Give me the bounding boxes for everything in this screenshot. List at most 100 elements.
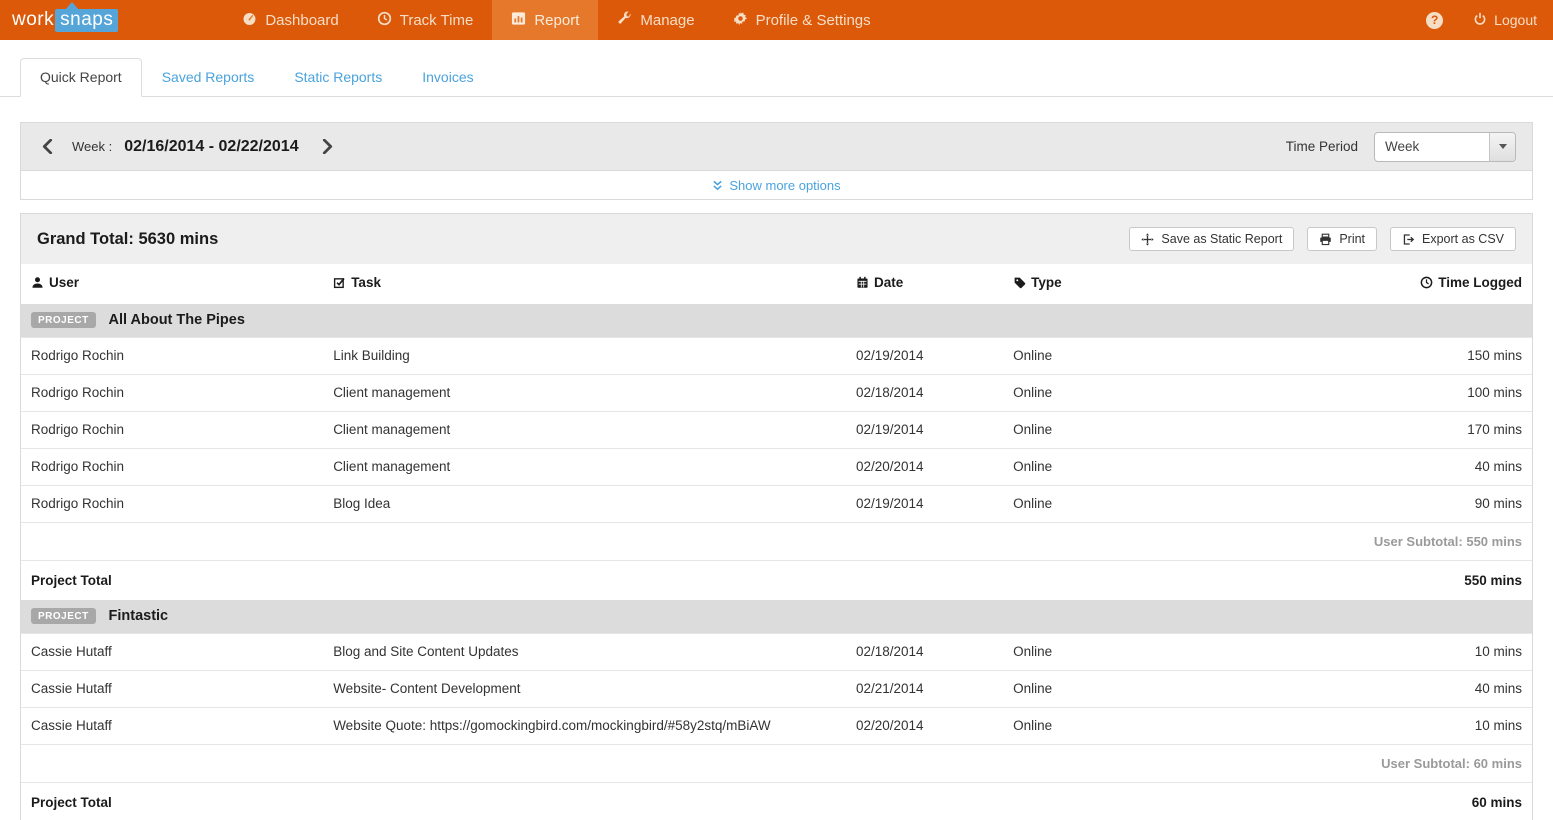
nav-menu: Dashboard Track Time Report Manage Profi… (223, 0, 889, 40)
project-total-label: Project Total (21, 783, 323, 820)
table-header-row: User Task Date Type Time Logged (21, 264, 1532, 304)
user-icon (31, 276, 44, 292)
logout-button[interactable]: Logout (1473, 12, 1537, 29)
project-total-value: 60 mins (1320, 783, 1532, 820)
column-date: Date (846, 264, 1003, 304)
cell-type: Online (1003, 449, 1320, 486)
printer-icon (1319, 233, 1332, 246)
help-icon[interactable]: ? (1426, 12, 1443, 29)
project-total-label: Project Total (21, 561, 323, 601)
cell-type: Online (1003, 486, 1320, 523)
time-period-select[interactable]: Week (1374, 132, 1516, 162)
cell-user: Rodrigo Rochin (21, 338, 323, 375)
nav-item-label: Report (534, 12, 579, 29)
tab-invoices[interactable]: Invoices (402, 58, 493, 97)
cell-task: Client management (323, 449, 846, 486)
time-entry-row: Cassie Hutaff Website- Content Developme… (21, 671, 1532, 708)
save-as-static-report-button[interactable]: Save as Static Report (1129, 227, 1294, 251)
double-chevron-down-icon (712, 180, 723, 191)
cell-time: 40 mins (1320, 671, 1532, 708)
cell-date: 02/18/2014 (846, 375, 1003, 412)
worksnaps-logo[interactable]: work snaps (0, 9, 128, 31)
column-type: Type (1003, 264, 1320, 304)
time-entry-row: Rodrigo Rochin Blog Idea 02/19/2014 Onli… (21, 486, 1532, 523)
nav-item-dashboard[interactable]: Dashboard (223, 0, 357, 40)
column-user: User (21, 264, 323, 304)
export-icon (1402, 233, 1415, 246)
calendar-icon (856, 276, 869, 292)
cell-user: Rodrigo Rochin (21, 449, 323, 486)
project-badge: PROJECT (31, 608, 96, 624)
clock-icon (1420, 276, 1433, 292)
user-subtotal-row: User Subtotal: 550 mins (21, 523, 1532, 561)
nav-item-report[interactable]: Report (492, 0, 598, 40)
logo-text-work: work (12, 9, 54, 31)
dashboard-icon (242, 11, 257, 30)
cell-time: 150 mins (1320, 338, 1532, 375)
project-name: All About The Pipes (109, 312, 245, 328)
cell-date: 02/19/2014 (846, 338, 1003, 375)
next-week-button[interactable] (317, 137, 338, 156)
column-task: Task (323, 264, 846, 304)
tab-saved-reports[interactable]: Saved Reports (142, 58, 275, 97)
period-panel: Week : 02/16/2014 - 02/22/2014 Time Peri… (20, 122, 1533, 200)
cell-user: Cassie Hutaff (21, 671, 323, 708)
column-time-logged: Time Logged (1320, 264, 1532, 304)
cell-task: Link Building (323, 338, 846, 375)
nav-right: ? Logout (1426, 12, 1553, 29)
cell-type: Online (1003, 708, 1320, 745)
project-total-row: Project Total 550 mins (21, 561, 1532, 601)
gear-icon (733, 11, 748, 30)
cell-time: 170 mins (1320, 412, 1532, 449)
previous-week-button[interactable] (37, 137, 58, 156)
cell-user: Cassie Hutaff (21, 634, 323, 671)
cell-task: Blog and Site Content Updates (323, 634, 846, 671)
bar-chart-icon (511, 11, 526, 30)
cell-date: 02/21/2014 (846, 671, 1003, 708)
cell-time: 100 mins (1320, 375, 1532, 412)
top-navbar: work snaps Dashboard Track Time Report (0, 0, 1553, 40)
time-entry-row: Cassie Hutaff Website Quote: https://gom… (21, 708, 1532, 745)
report-tabs: Quick Report Saved Reports Static Report… (0, 58, 1553, 97)
time-entry-row: Rodrigo Rochin Client management 02/20/2… (21, 449, 1532, 486)
nav-item-track-time[interactable]: Track Time (358, 0, 493, 40)
cell-task: Client management (323, 412, 846, 449)
cell-time: 10 mins (1320, 634, 1532, 671)
project-header-row: PROJECT Fintastic (21, 600, 1532, 634)
grand-total: Grand Total: 5630 mins (37, 230, 218, 249)
show-more-options-link[interactable]: Show more options (712, 178, 840, 193)
nav-item-label: Profile & Settings (756, 12, 871, 29)
cell-date: 02/20/2014 (846, 449, 1003, 486)
cell-time: 90 mins (1320, 486, 1532, 523)
report-panel: Grand Total: 5630 mins Save as Static Re… (20, 213, 1533, 820)
cell-type: Online (1003, 412, 1320, 449)
tab-quick-report[interactable]: Quick Report (20, 58, 142, 97)
report-header: Grand Total: 5630 mins Save as Static Re… (21, 214, 1532, 264)
time-entry-row: Cassie Hutaff Blog and Site Content Upda… (21, 634, 1532, 671)
logout-label: Logout (1494, 12, 1537, 28)
export-as-csv-button[interactable]: Export as CSV (1390, 227, 1516, 251)
time-period-label: Time Period (1286, 139, 1358, 154)
nav-item-label: Dashboard (265, 12, 338, 29)
nav-item-label: Manage (640, 12, 694, 29)
time-period-value: Week (1375, 139, 1489, 154)
cell-user: Rodrigo Rochin (21, 486, 323, 523)
cell-type: Online (1003, 671, 1320, 708)
wrench-icon (617, 11, 632, 30)
cell-task: Website- Content Development (323, 671, 846, 708)
project-header-row: PROJECT All About The Pipes (21, 304, 1532, 338)
chevron-down-icon (1489, 133, 1515, 161)
week-date-range: 02/16/2014 - 02/22/2014 (124, 138, 298, 156)
project-total-row: Project Total 60 mins (21, 783, 1532, 820)
nav-item-manage[interactable]: Manage (598, 0, 713, 40)
time-entry-row: Rodrigo Rochin Link Building 02/19/2014 … (21, 338, 1532, 375)
power-icon (1473, 12, 1487, 29)
print-button[interactable]: Print (1307, 227, 1377, 251)
cell-time: 10 mins (1320, 708, 1532, 745)
project-section: PROJECT Fintastic Cassie Hutaff Blog and… (21, 600, 1532, 820)
cell-user: Cassie Hutaff (21, 708, 323, 745)
tab-static-reports[interactable]: Static Reports (274, 58, 402, 97)
cell-user: Rodrigo Rochin (21, 375, 323, 412)
user-subtotal: User Subtotal: 60 mins (21, 745, 1532, 783)
nav-item-profile-settings[interactable]: Profile & Settings (714, 0, 890, 40)
